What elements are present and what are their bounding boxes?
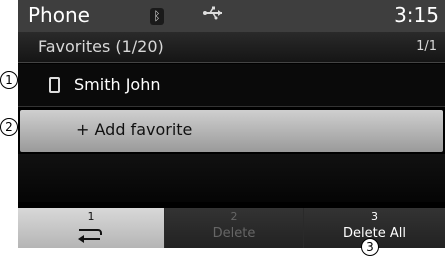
favorite-item-smith-john[interactable]: Smith John: [18, 64, 445, 107]
callout-2: 2: [0, 118, 18, 136]
usb-icon: [202, 5, 224, 24]
page-title: Favorites (1/20): [38, 37, 164, 56]
phone-icon: [49, 77, 60, 93]
contact-name: Smith John: [74, 75, 161, 94]
softkey-number: 2: [230, 210, 238, 223]
favorites-header: Favorites (1/20) 1/1: [18, 32, 445, 63]
phone-screen: Phone ᛒ 3:15 Favorites (1/20) 1/1 Smith …: [18, 0, 445, 248]
softkey-bar: 1 2 Delete 3 Delete All: [18, 208, 445, 248]
list-empty-area: [18, 154, 445, 202]
app-title: Phone: [28, 3, 90, 27]
back-softkey[interactable]: 1: [18, 208, 164, 248]
back-icon: [76, 226, 104, 244]
add-favorite-button[interactable]: + Add favorite: [20, 110, 443, 152]
callout-1: 1: [0, 71, 18, 89]
softkey-number: 1: [87, 210, 95, 223]
page-indicator: 1/1: [416, 39, 437, 54]
delete-softkey[interactable]: 2 Delete: [165, 208, 303, 248]
bluetooth-icon: ᛒ: [150, 8, 164, 25]
callout-3: 3: [361, 238, 379, 256]
status-bar: Phone ᛒ 3:15: [18, 0, 445, 32]
delete-label: Delete: [212, 226, 256, 241]
add-favorite-label: + Add favorite: [76, 120, 193, 139]
clock: 3:15: [394, 3, 439, 27]
softkey-number: 3: [371, 210, 378, 223]
